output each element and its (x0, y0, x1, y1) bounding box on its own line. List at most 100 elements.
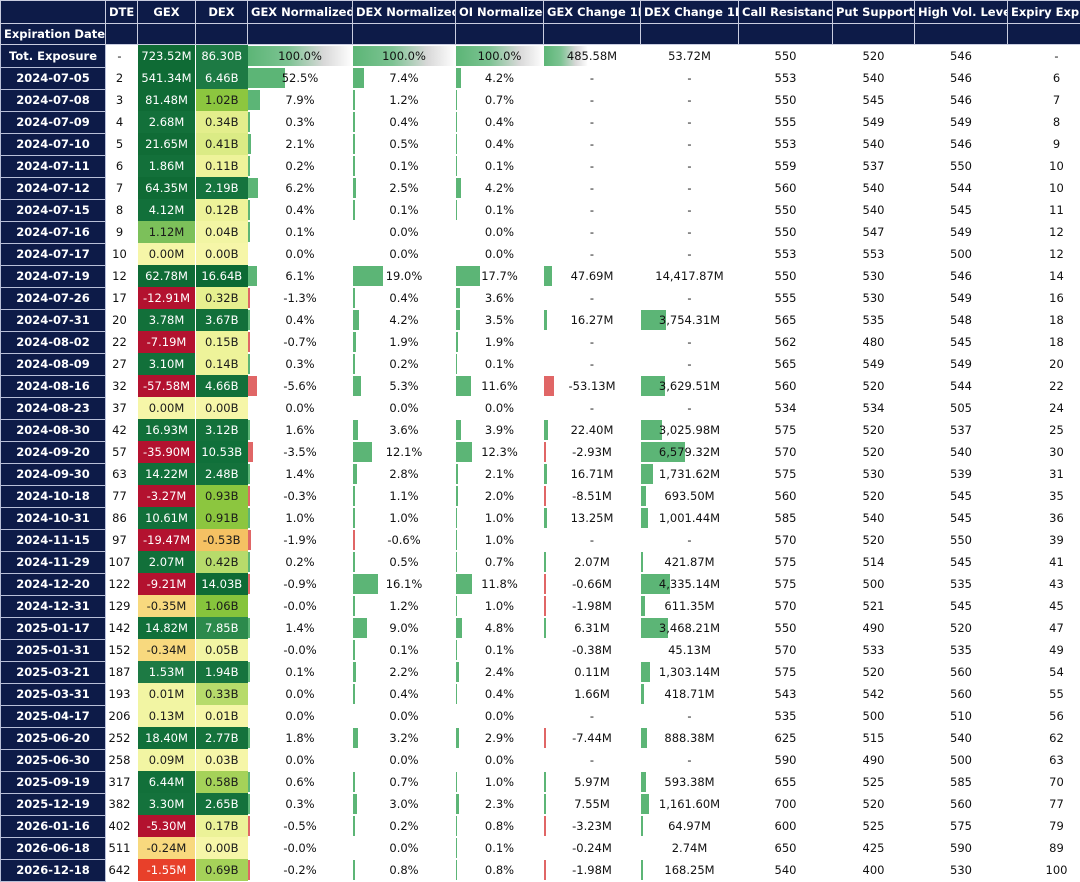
cell-call-resistance: 590 (739, 749, 833, 771)
cell-dex: 0.17B (196, 815, 248, 837)
column-header-expiry-exp-move[interactable]: Expiry Exp. Move (1008, 1, 1080, 24)
cell-oi-normalized: 0.0% (456, 243, 544, 265)
index-name-label: Expiration Date (1, 24, 106, 45)
cell-value: 0.3% (248, 357, 353, 371)
cell-oi-normalized: 2.4% (456, 661, 544, 683)
cell-gex-normalized: -0.2% (248, 859, 353, 881)
cell-expiry-exp-move: 14 (1008, 265, 1080, 287)
cell-value: 3,629.51M (641, 379, 739, 393)
cell-value: 0.4% (456, 687, 544, 701)
cell-put-support: 500 (833, 573, 915, 595)
cell-dex: 0.14B (196, 353, 248, 375)
cell-oi-normalized: 2.0% (456, 485, 544, 507)
row-index-label: 2024-07-17 (1, 243, 106, 265)
column-header-dte[interactable]: DTE (106, 1, 138, 24)
cell-gex: -7.19M (138, 331, 196, 353)
column-header-index[interactable] (1, 1, 106, 24)
cell-put-support: 540 (833, 177, 915, 199)
cell-dex-normalized: 0.4% (353, 287, 456, 309)
cell-dte: 2 (106, 67, 138, 89)
cell-value: 0.1% (353, 203, 456, 217)
column-header-high-vol-level[interactable]: High Vol. Level (915, 1, 1008, 24)
cell-high-vol-level: 585 (915, 771, 1008, 793)
cell-call-resistance: 575 (739, 419, 833, 441)
cell-high-vol-level: 544 (915, 177, 1008, 199)
cell-dex: 0.41B (196, 133, 248, 155)
row-index-label: 2025-01-17 (1, 617, 106, 639)
column-header-gex-normalized[interactable]: GEX Normalized (248, 1, 353, 24)
cell-value: 0.1% (456, 203, 544, 217)
cell-dex: 0.15B (196, 331, 248, 353)
cell-value: 2.8% (353, 467, 456, 481)
cell-dex-change-1d: 168.25M (641, 859, 739, 881)
column-header-dex-normalized[interactable]: DEX Normalized (353, 1, 456, 24)
cell-oi-normalized: 0.4% (456, 133, 544, 155)
column-header-dex[interactable]: DEX (196, 1, 248, 24)
cell-value: 100.0% (353, 49, 456, 63)
cell-high-vol-level: 546 (915, 265, 1008, 287)
cell-oi-normalized: 3.6% (456, 287, 544, 309)
cell-gex: 81.48M (138, 89, 196, 111)
cell-dte: 6 (106, 155, 138, 177)
cell-value: -0.5% (248, 819, 353, 833)
cell-expiry-exp-move: 45 (1008, 595, 1080, 617)
header-spacer-oin (456, 24, 544, 45)
cell-dex-normalized: 19.0% (353, 265, 456, 287)
row-index-label: 2024-07-10 (1, 133, 106, 155)
cell-oi-normalized: 2.3% (456, 793, 544, 815)
cell-put-support: 520 (833, 485, 915, 507)
column-header-call-resistance[interactable]: Call Resistance (739, 1, 833, 24)
cell-value: 1,303.14M (641, 665, 739, 679)
cell-put-support: 520 (833, 45, 915, 68)
row-index-label: 2024-08-16 (1, 375, 106, 397)
cell-put-support: 534 (833, 397, 915, 419)
cell-value: 0.4% (456, 137, 544, 151)
column-header-put-support[interactable]: Put Support (833, 1, 915, 24)
cell-dex-change-1d: - (641, 353, 739, 375)
cell-call-resistance: 535 (739, 705, 833, 727)
cell-call-resistance: 565 (739, 353, 833, 375)
cell-value: 0.1% (456, 159, 544, 173)
column-header-gex[interactable]: GEX (138, 1, 196, 24)
cell-dte: 193 (106, 683, 138, 705)
cell-put-support: 490 (833, 617, 915, 639)
cell-value: 0.0% (353, 247, 456, 261)
cell-dex: 0.00B (196, 837, 248, 859)
cell-value: -0.6% (353, 533, 456, 547)
cell-high-vol-level: 505 (915, 397, 1008, 419)
cell-value: 3.9% (456, 423, 544, 437)
column-header-gex-change-1d[interactable]: GEX Change 1D (544, 1, 641, 24)
cell-value: -0.0% (248, 643, 353, 657)
cell-expiry-exp-move: 25 (1008, 419, 1080, 441)
cell-oi-normalized: 4.8% (456, 617, 544, 639)
column-header-oi-normalized[interactable]: OI Normalized (456, 1, 544, 24)
cell-value: 52.5% (248, 71, 353, 85)
cell-value: 418.71M (641, 687, 739, 701)
cell-value: 2.2% (353, 665, 456, 679)
cell-dex-normalized: 100.0% (353, 45, 456, 68)
cell-call-resistance: 600 (739, 815, 833, 837)
cell-call-resistance: 570 (739, 639, 833, 661)
cell-dte: 77 (106, 485, 138, 507)
cell-dex-change-1d: - (641, 89, 739, 111)
cell-value: 0.3% (248, 797, 353, 811)
table-header: DTE GEX DEX GEX Normalized DEX Normalize… (1, 1, 1080, 45)
cell-dte: 32 (106, 375, 138, 397)
cell-value: -0.38M (544, 643, 641, 657)
cell-gex: 64.35M (138, 177, 196, 199)
cell-high-vol-level: 544 (915, 375, 1008, 397)
cell-put-support: 547 (833, 221, 915, 243)
cell-value: 0.4% (353, 291, 456, 305)
cell-value: 4.2% (353, 313, 456, 327)
cell-call-resistance: 550 (739, 199, 833, 221)
cell-call-resistance: 650 (739, 837, 833, 859)
cell-oi-normalized: 4.2% (456, 177, 544, 199)
cell-dex-change-1d: - (641, 287, 739, 309)
cell-value: 888.38M (641, 731, 739, 745)
cell-high-vol-level: 545 (915, 595, 1008, 617)
column-header-dex-change-1d[interactable]: DEX Change 1D (641, 1, 739, 24)
cell-value: 0.4% (248, 203, 353, 217)
cell-dex: 0.00B (196, 397, 248, 419)
cell-value: 0.4% (248, 313, 353, 327)
cell-dex-change-1d: 53.72M (641, 45, 739, 68)
